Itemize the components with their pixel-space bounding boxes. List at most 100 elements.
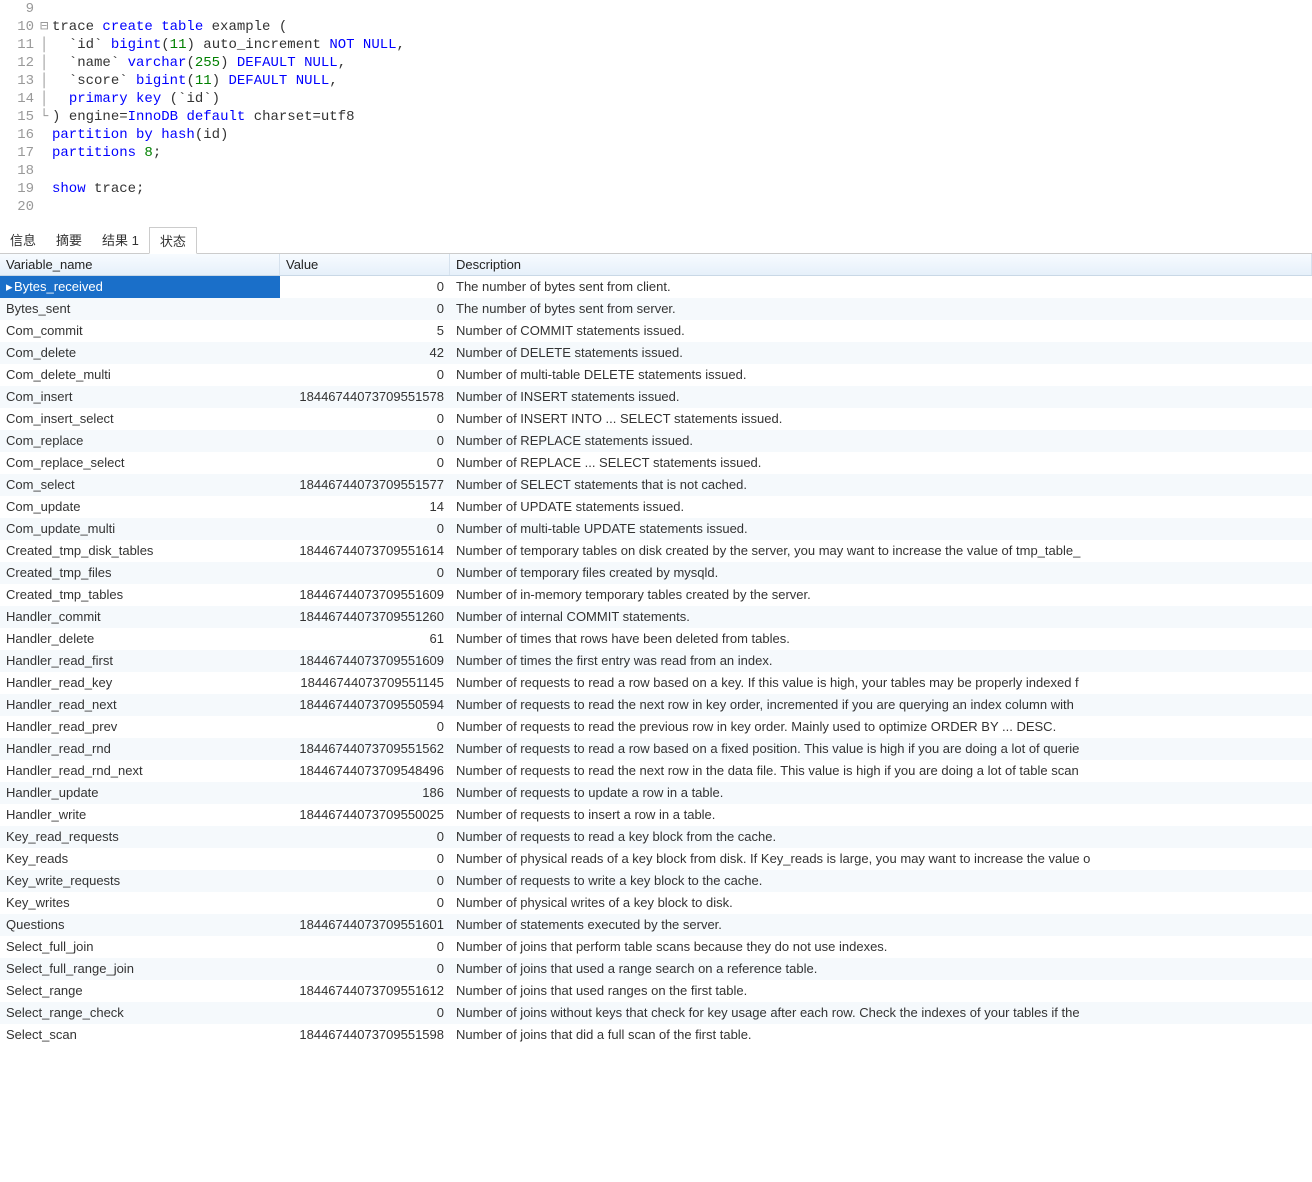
cell-description: Number of temporary tables on disk creat…: [450, 540, 1312, 562]
tab-状态[interactable]: 状态: [149, 227, 197, 254]
table-row[interactable]: Com_update_multi0Number of multi-table U…: [0, 518, 1312, 540]
code-content[interactable]: trace create table example ( `id` bigint…: [52, 0, 1312, 216]
result-tabs: 信息摘要结果 1状态: [0, 225, 1312, 254]
table-row[interactable]: Com_commit5Number of COMMIT statements i…: [0, 320, 1312, 342]
table-row[interactable]: Bytes_sent0The number of bytes sent from…: [0, 298, 1312, 320]
cell-variable-name: Handler_write: [0, 804, 280, 826]
cell-variable-name: Handler_read_key: [0, 672, 280, 694]
table-row[interactable]: Select_range_check0Number of joins witho…: [0, 1002, 1312, 1024]
table-row[interactable]: Created_tmp_tables18446744073709551609Nu…: [0, 584, 1312, 606]
cell-variable-name: Select_full_range_join: [0, 958, 280, 980]
table-row[interactable]: Com_insert_select0Number of INSERT INTO …: [0, 408, 1312, 430]
table-row[interactable]: Com_update14Number of UPDATE statements …: [0, 496, 1312, 518]
table-row[interactable]: Handler_write18446744073709550025Number …: [0, 804, 1312, 826]
table-row[interactable]: Key_reads0Number of physical reads of a …: [0, 848, 1312, 870]
status-grid: Variable_name Value Description ▸Bytes_r…: [0, 254, 1312, 1046]
cell-variable-name: Com_insert_select: [0, 408, 280, 430]
fold-gutter[interactable]: ⊟││││└: [40, 0, 52, 216]
cell-value: 0: [280, 408, 450, 430]
header-value[interactable]: Value: [280, 254, 450, 275]
cell-variable-name: Key_write_requests: [0, 870, 280, 892]
cell-variable-name: Com_update: [0, 496, 280, 518]
cell-variable-name: Com_select: [0, 474, 280, 496]
table-row[interactable]: Handler_read_next18446744073709550594Num…: [0, 694, 1312, 716]
cell-value: 0: [280, 892, 450, 914]
cell-variable-name: Select_range: [0, 980, 280, 1002]
tab-结果 1[interactable]: 结果 1: [92, 227, 149, 253]
table-row[interactable]: Created_tmp_disk_tables18446744073709551…: [0, 540, 1312, 562]
cell-value: 0: [280, 958, 450, 980]
table-row[interactable]: Key_read_requests0Number of requests to …: [0, 826, 1312, 848]
cell-description: Number of physical writes of a key block…: [450, 892, 1312, 914]
table-row[interactable]: Questions18446744073709551601Number of s…: [0, 914, 1312, 936]
cell-description: Number of multi-table DELETE statements …: [450, 364, 1312, 386]
cell-value: 5: [280, 320, 450, 342]
cell-value: 0: [280, 364, 450, 386]
cell-value: 0: [280, 298, 450, 320]
cell-value: 0: [280, 562, 450, 584]
table-row[interactable]: Key_write_requests0Number of requests to…: [0, 870, 1312, 892]
cell-description: Number of requests to read a key block f…: [450, 826, 1312, 848]
cell-variable-name: Handler_read_prev: [0, 716, 280, 738]
table-row[interactable]: Handler_commit18446744073709551260Number…: [0, 606, 1312, 628]
table-row[interactable]: Handler_update186Number of requests to u…: [0, 782, 1312, 804]
cell-value: 18446744073709551145: [280, 672, 450, 694]
table-row[interactable]: ▸Bytes_received0The number of bytes sent…: [0, 276, 1312, 298]
cell-value: 0: [280, 936, 450, 958]
table-row[interactable]: Com_insert18446744073709551578Number of …: [0, 386, 1312, 408]
table-row[interactable]: Created_tmp_files0Number of temporary fi…: [0, 562, 1312, 584]
table-row[interactable]: Select_full_range_join0Number of joins t…: [0, 958, 1312, 980]
cell-variable-name: Com_commit: [0, 320, 280, 342]
cell-value: 0: [280, 716, 450, 738]
cell-value: 18446744073709551609: [280, 584, 450, 606]
table-row[interactable]: Handler_read_prev0Number of requests to …: [0, 716, 1312, 738]
table-row[interactable]: Com_delete_multi0Number of multi-table D…: [0, 364, 1312, 386]
table-row[interactable]: Key_writes0Number of physical writes of …: [0, 892, 1312, 914]
cell-description: Number of temporary files created by mys…: [450, 562, 1312, 584]
tab-摘要[interactable]: 摘要: [46, 227, 92, 253]
cell-variable-name: Com_update_multi: [0, 518, 280, 540]
cell-value: 18446744073709548496: [280, 760, 450, 782]
table-row[interactable]: Handler_read_rnd_next1844674407370954849…: [0, 760, 1312, 782]
table-row[interactable]: Handler_delete61Number of times that row…: [0, 628, 1312, 650]
cell-description: Number of UPDATE statements issued.: [450, 496, 1312, 518]
table-row[interactable]: Com_replace0Number of REPLACE statements…: [0, 430, 1312, 452]
cell-value: 0: [280, 1002, 450, 1024]
cell-description: Number of joins that used ranges on the …: [450, 980, 1312, 1002]
grid-body[interactable]: ▸Bytes_received0The number of bytes sent…: [0, 276, 1312, 1046]
table-row[interactable]: Com_replace_select0Number of REPLACE ...…: [0, 452, 1312, 474]
cell-value: 18446744073709551601: [280, 914, 450, 936]
cell-value: 18446744073709551577: [280, 474, 450, 496]
table-row[interactable]: Select_scan18446744073709551598Number of…: [0, 1024, 1312, 1046]
tab-信息[interactable]: 信息: [0, 227, 46, 253]
grid-header[interactable]: Variable_name Value Description: [0, 254, 1312, 276]
sql-editor[interactable]: 91011121314151617181920 ⊟││││└ trace cre…: [0, 0, 1312, 221]
cell-variable-name: Handler_read_first: [0, 650, 280, 672]
cell-variable-name: Com_delete_multi: [0, 364, 280, 386]
cell-variable-name: Handler_read_rnd_next: [0, 760, 280, 782]
cell-description: Number of multi-table UPDATE statements …: [450, 518, 1312, 540]
header-variable-name[interactable]: Variable_name: [0, 254, 280, 275]
table-row[interactable]: Com_select18446744073709551577Number of …: [0, 474, 1312, 496]
cell-variable-name: Created_tmp_disk_tables: [0, 540, 280, 562]
cell-value: 18446744073709551614: [280, 540, 450, 562]
table-row[interactable]: Handler_read_rnd18446744073709551562Numb…: [0, 738, 1312, 760]
table-row[interactable]: Select_range18446744073709551612Number o…: [0, 980, 1312, 1002]
cell-variable-name: Handler_read_rnd: [0, 738, 280, 760]
table-row[interactable]: Handler_read_key18446744073709551145Numb…: [0, 672, 1312, 694]
header-description[interactable]: Description: [450, 254, 1312, 275]
cell-value: 18446744073709551260: [280, 606, 450, 628]
cell-description: Number of requests to read the next row …: [450, 760, 1312, 782]
cell-variable-name: Key_read_requests: [0, 826, 280, 848]
cell-description: Number of INSERT INTO ... SELECT stateme…: [450, 408, 1312, 430]
cell-variable-name: Com_insert: [0, 386, 280, 408]
cell-value: 0: [280, 430, 450, 452]
cell-description: Number of times that rows have been dele…: [450, 628, 1312, 650]
table-row[interactable]: Handler_read_first18446744073709551609Nu…: [0, 650, 1312, 672]
table-row[interactable]: Select_full_join0Number of joins that pe…: [0, 936, 1312, 958]
cell-value: 18446744073709550594: [280, 694, 450, 716]
line-number-gutter: 91011121314151617181920: [0, 0, 40, 216]
table-row[interactable]: Com_delete42Number of DELETE statements …: [0, 342, 1312, 364]
cell-description: Number of internal COMMIT statements.: [450, 606, 1312, 628]
cell-variable-name: Handler_delete: [0, 628, 280, 650]
